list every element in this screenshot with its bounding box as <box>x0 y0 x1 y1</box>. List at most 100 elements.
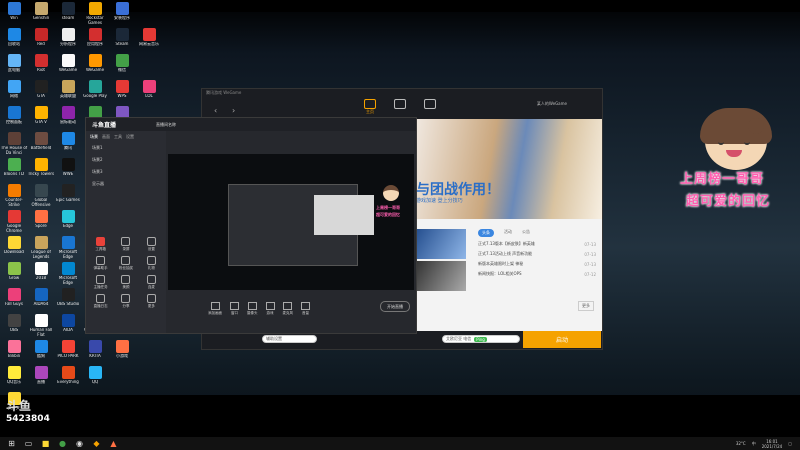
desktop-icon[interactable]: Counter-Strike <box>2 184 26 208</box>
tool-button[interactable]: 主播任务 <box>88 275 113 290</box>
desktop-icon[interactable]: Download <box>2 236 26 260</box>
stream-control-button[interactable]: 摄像头 <box>247 302 258 316</box>
desktop-icon[interactable]: steam <box>56 2 80 26</box>
news-thumbnail[interactable] <box>416 229 466 259</box>
desktop-icon[interactable]: Microsoft Edge <box>56 262 80 286</box>
desktop-icon[interactable]: 小游戏 <box>110 340 134 364</box>
desktop-icon[interactable]: Bilibili <box>2 340 26 364</box>
stream-control-button[interactable]: 麦克风 <box>283 302 293 316</box>
tool-button[interactable]: 直播日志 <box>88 294 113 309</box>
hero-banner[interactable]: 与团战作用！ 游戏加速 登上分技巧 <box>416 119 602 219</box>
news-tab[interactable]: 头条 <box>478 229 494 237</box>
desktop-icon[interactable]: Epic Games <box>56 184 80 208</box>
explorer-icon[interactable]: ■ <box>40 438 51 449</box>
desktop-icon[interactable]: Edge <box>56 210 80 234</box>
desktop-icon[interactable]: PICO PARK <box>56 340 80 364</box>
clock[interactable]: 16:01 2021/7/24 <box>762 439 783 449</box>
desktop-icon[interactable]: 英雄联盟 <box>56 80 80 104</box>
desktop-icon[interactable]: Battlefield <box>29 132 53 156</box>
tab-scenes[interactable]: 场景 <box>90 134 98 140</box>
desktop-icon[interactable]: Bloons TD <box>2 158 26 182</box>
windows-start-icon[interactable]: ⊞ <box>6 438 17 449</box>
tab-video[interactable] <box>422 99 438 115</box>
language-indicator[interactable]: 中 <box>752 441 756 447</box>
list-item[interactable]: 新闻快报：LOL相关OPS 07-12 <box>478 269 596 279</box>
desktop-icon[interactable]: 酷狗 <box>29 340 53 364</box>
desktop-icon[interactable]: Win <box>2 2 26 26</box>
desktop-icon[interactable]: 2018 <box>29 262 53 286</box>
desktop-icon[interactable]: 此电脑 <box>2 54 26 78</box>
news-tab[interactable]: 公告 <box>522 229 530 237</box>
list-item[interactable]: 新版本英雄限时上架 神秘 07-13 <box>478 259 596 269</box>
desktop-icon[interactable]: QQ <box>83 366 107 390</box>
stream-control-button[interactable]: 游戏 <box>265 302 275 316</box>
news-tab[interactable]: 活动 <box>504 229 512 237</box>
assist-settings-toggle[interactable]: 辅助设置 <box>262 335 317 343</box>
stream-control-button[interactable]: 窗口 <box>230 302 239 316</box>
desktop-icon[interactable]: LOL <box>137 80 161 104</box>
tool-button[interactable]: 礼物 <box>139 256 164 271</box>
desktop-icon[interactable]: 分析程序 <box>56 28 80 52</box>
stream-app-icon[interactable]: ▲ <box>108 438 119 449</box>
notification-icon[interactable]: ▢ <box>788 441 792 446</box>
desktop-icon[interactable]: 控制面板 <box>2 106 26 130</box>
scene-item[interactable]: 场景1 <box>86 143 166 155</box>
tool-button[interactable]: 连麦 <box>139 275 164 290</box>
tab-home[interactable]: 主页 <box>362 99 378 115</box>
desktop-icon[interactable]: OBS <box>2 314 26 338</box>
desktop-icon[interactable]: WeGame <box>56 54 80 78</box>
stream-room-title[interactable]: 直播间名称 <box>156 122 176 128</box>
scene-item[interactable]: 显示器 <box>86 179 166 191</box>
desktop-icon[interactable]: AIDA64 <box>29 288 53 312</box>
stream-control-button[interactable]: 添加画面 <box>208 302 222 316</box>
chrome-icon[interactable]: ● <box>57 438 68 449</box>
desktop-icon[interactable]: League of Legends <box>29 236 53 260</box>
tool-button[interactable]: 更多 <box>139 294 164 309</box>
desktop-icon[interactable]: 回收站 <box>2 28 26 52</box>
start-live-button[interactable]: 开始直播 <box>380 301 410 312</box>
weather-text[interactable]: 32°C <box>736 441 746 446</box>
desktop-icon[interactable]: 网易云音乐 <box>137 28 161 52</box>
task-view-icon[interactable]: ▭ <box>23 438 34 449</box>
tool-button[interactable]: 美颜 <box>113 275 138 290</box>
list-item[interactable]: 正式7.13活动上线 声音新功能 07-13 <box>478 249 596 259</box>
server-select[interactable]: 艾欧尼亚 电信 Ping <box>442 335 520 343</box>
desktop-icon[interactable]: Global Offensive <box>29 184 53 208</box>
list-item[interactable]: 正式7.13版本【新皮肤】新英雄 07-13 <box>478 239 596 249</box>
desktop-icon[interactable]: WPS <box>110 80 134 104</box>
desktop-icon[interactable]: Microsoft Edge <box>56 236 80 260</box>
scene-item[interactable]: 场景2 <box>86 155 166 167</box>
desktop-icon[interactable]: Spore <box>29 210 53 234</box>
desktop-icon[interactable]: WeGame <box>83 54 107 78</box>
tool-button[interactable]: 分享 <box>113 294 138 309</box>
back-icon[interactable]: ‹ <box>214 106 217 115</box>
desktop-icon[interactable]: AIDA <box>56 314 80 338</box>
desktop-icon[interactable]: Genshin <box>29 2 53 26</box>
forward-icon[interactable]: › <box>232 106 235 115</box>
desktop-icon[interactable]: 腾讯 <box>56 132 80 156</box>
desktop-icon[interactable]: Tricky Towers <box>28 158 54 182</box>
user-name[interactable]: 某人的WeGame <box>537 101 567 107</box>
desktop-icon[interactable]: The House of Da Vinci <box>1 132 27 156</box>
desktop-icon[interactable]: QQ音乐 <box>2 366 26 390</box>
tool-button[interactable]: 设置 <box>139 237 164 252</box>
desktop-icon[interactable]: 直播 <box>29 366 53 390</box>
tab-tools[interactable]: 工具 <box>114 134 122 140</box>
desktop-icon[interactable]: GTA <box>29 80 53 104</box>
desktop-icon[interactable]: Steam <box>110 28 134 52</box>
tool-button[interactable]: 工具箱 <box>88 237 113 252</box>
start-game-button[interactable]: 启动 <box>523 331 601 348</box>
desktop-icon[interactable]: KRITA <box>83 340 107 364</box>
desktop-icon[interactable]: 应用程序 <box>83 28 107 52</box>
desktop-icon[interactable]: Everything <box>56 366 80 390</box>
desktop-icon[interactable]: Grow <box>2 262 26 286</box>
tab-settings[interactable]: 设置 <box>126 134 134 140</box>
desktop-icon[interactable]: 鼠标驱动 <box>56 106 80 130</box>
tool-button[interactable]: 粉丝抽奖 <box>113 256 138 271</box>
desktop-icon[interactable]: 网络 <box>2 80 26 104</box>
scene-item[interactable]: 场景3 <box>86 167 166 179</box>
desktop-icon[interactable]: Red <box>29 28 53 52</box>
desktop-icon[interactable]: 微信 <box>110 54 134 78</box>
launcher-icon[interactable]: ◆ <box>91 438 102 449</box>
desktop-icon[interactable]: Google Play <box>83 80 107 104</box>
